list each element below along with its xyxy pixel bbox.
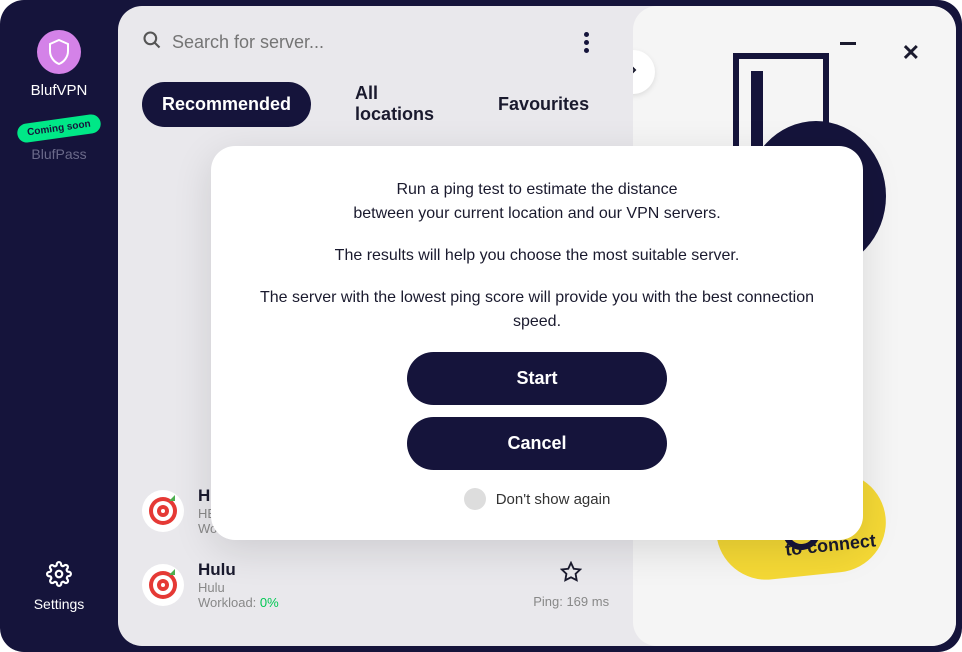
sidebar-logo[interactable]: BlufVPN <box>31 30 88 99</box>
sidebar-item-blufpass[interactable]: BlufPass <box>31 146 86 162</box>
app-name-label: BlufVPN <box>31 82 88 99</box>
dont-show-checkbox[interactable]: Don't show again <box>235 488 839 510</box>
ping-test-modal: Run a ping test to estimate the distance… <box>211 146 863 540</box>
shield-icon <box>37 30 81 74</box>
app-container: BlufVPN Coming soon BlufPass Settings <box>0 0 962 652</box>
sidebar-item-settings[interactable]: Settings <box>34 561 85 612</box>
sidebar: BlufVPN Coming soon BlufPass Settings <box>0 0 118 652</box>
main-panel: Recommended All locations Favourites HBO… <box>118 6 956 646</box>
settings-label: Settings <box>34 596 85 612</box>
modal-text-1: Run a ping test to estimate the distance… <box>235 178 839 226</box>
dont-show-label: Don't show again <box>496 491 611 508</box>
start-button[interactable]: Start <box>407 352 667 405</box>
gear-icon <box>46 561 72 590</box>
modal-text-2: The results will help you choose the mos… <box>235 244 839 268</box>
modal-text-3: The server with the lowest ping score wi… <box>235 286 839 334</box>
coming-soon-badge: Coming soon <box>16 113 102 143</box>
cancel-button[interactable]: Cancel <box>407 417 667 470</box>
modal-overlay: Run a ping test to estimate the distance… <box>118 6 956 646</box>
checkbox-icon <box>464 488 486 510</box>
